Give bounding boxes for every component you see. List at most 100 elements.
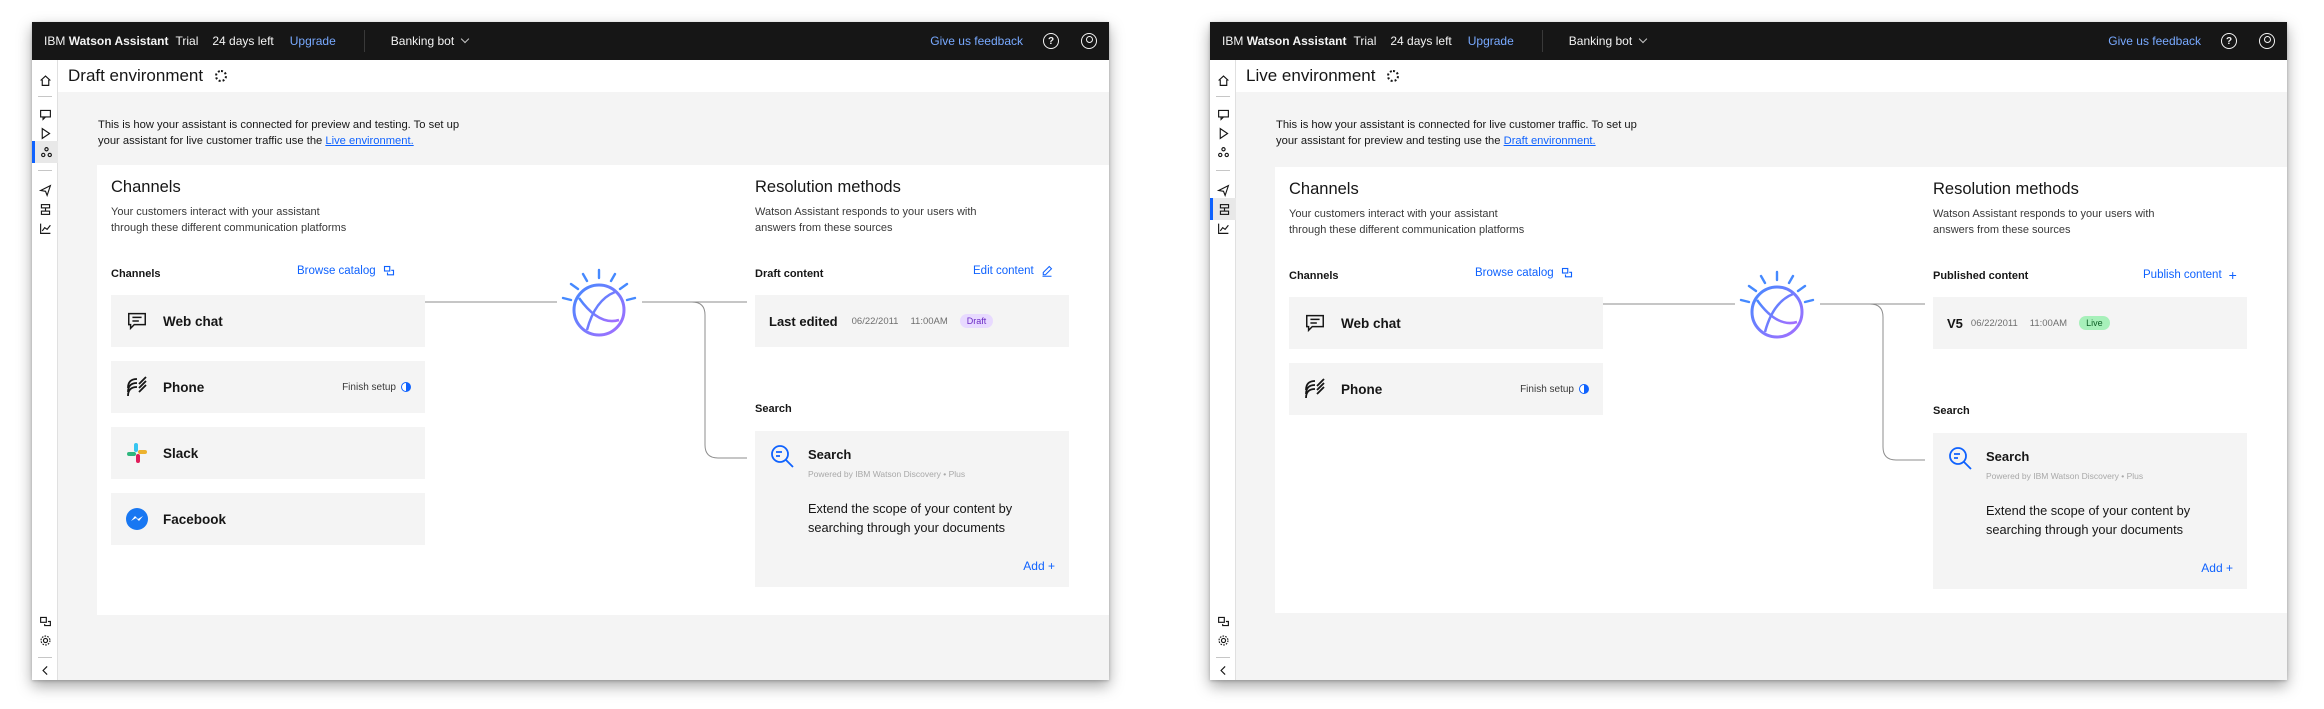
channel-slack[interactable]: Slack — [111, 427, 425, 479]
browse-catalog-label: Browse catalog — [1475, 267, 1554, 279]
feedback-link[interactable]: Give us feedback — [2108, 34, 2201, 48]
side-nav — [1210, 60, 1236, 680]
phone-icon — [125, 375, 149, 399]
publish-content-link[interactable]: Publish content + — [2143, 267, 2237, 283]
user-avatar-icon[interactable] — [1081, 33, 1097, 49]
product-name[interactable]: IBM Watson Assistant — [1210, 34, 1346, 48]
top-bar: IBM Watson Assistant Trial 24 days left … — [32, 22, 1109, 60]
channels-description: Your customers interact with your assist… — [1289, 208, 1525, 236]
help-icon[interactable]: ? — [2221, 33, 2237, 49]
search-powered-by: Powered by IBM Watson Discovery • Plus — [808, 469, 966, 479]
publish-content-label: Publish content — [2143, 269, 2222, 281]
browse-catalog-link[interactable]: Browse catalog — [1475, 267, 1573, 279]
chevron-left-icon[interactable] — [1210, 659, 1236, 680]
search-tile[interactable]: Search Powered by IBM Watson Discovery •… — [1933, 433, 2247, 589]
trial-label: Trial — [1353, 34, 1377, 48]
status-badge: Draft — [959, 314, 994, 328]
messenger-logo — [125, 507, 149, 531]
channel-phone[interactable]: Phone Finish setup — [1289, 363, 1603, 415]
search-description: Extend the scope of your content by sear… — [808, 501, 1013, 535]
chevron-down-icon — [460, 34, 470, 44]
add-icon: + — [2228, 267, 2237, 283]
edit-content-link[interactable]: Edit content — [973, 265, 1053, 277]
feedback-link[interactable]: Give us feedback — [930, 34, 1023, 48]
search-label: Search — [755, 403, 792, 415]
search-title: Search — [1986, 449, 2030, 464]
live-environment-window: IBM Watson Assistant Trial 24 days left … — [1210, 22, 2287, 680]
help-icon[interactable]: ? — [1043, 33, 1059, 49]
version-label: V5 — [1947, 315, 1963, 331]
intro-line-1: This is how your assistant is connected … — [98, 119, 460, 131]
catalog-icon — [383, 265, 394, 276]
assistant-switcher[interactable]: Banking bot — [390, 34, 470, 48]
channels-label: Channels — [1289, 270, 1339, 282]
channel-label: Slack — [163, 445, 199, 461]
edit-content-label: Edit content — [973, 265, 1034, 277]
upgrade-link[interactable]: Upgrade — [1468, 34, 1514, 48]
assistant-name: Banking bot — [1568, 34, 1633, 48]
finish-setup-status[interactable]: Finish setup — [342, 382, 411, 393]
environment-card: Channels Your customers interact with yo… — [1275, 167, 2287, 613]
browse-catalog-link[interactable]: Browse catalog — [297, 265, 395, 277]
content-version-tile[interactable]: V5 06/22/2011 11:00AM Live — [1933, 297, 2247, 349]
watson-logo — [1739, 270, 1815, 339]
live-environment-link[interactable]: Live environment. — [325, 135, 413, 147]
top-bar: IBM Watson Assistant Trial 24 days left … — [1210, 22, 2287, 60]
environments-icon[interactable] — [32, 141, 58, 163]
version-time: 11:00AM — [910, 315, 948, 327]
half-circle-icon — [401, 382, 411, 392]
channel-phone[interactable]: Phone Finish setup — [111, 361, 425, 413]
content-version-tile[interactable]: Last edited 06/22/2011 11:00AM Draft — [755, 295, 1069, 347]
topbar-divider — [1541, 30, 1543, 52]
nav-divider — [38, 170, 52, 171]
gear-icon[interactable] — [1387, 70, 1400, 82]
environment-card: Channels Your customers interact with yo… — [97, 165, 1109, 615]
content-label: Draft content — [755, 268, 824, 280]
page-title: Live environment — [1246, 66, 1376, 85]
version-date: 06/22/2011 — [1970, 317, 2018, 329]
slack-logo — [125, 441, 149, 465]
nav-divider — [1216, 96, 1230, 97]
nav-divider — [38, 96, 52, 97]
analytics-icon[interactable] — [32, 217, 58, 239]
finish-setup-label: Finish setup — [342, 381, 396, 393]
topbar-divider — [363, 30, 365, 52]
chevron-left-icon[interactable] — [32, 659, 58, 680]
intro-line-2: your assistant for live customer traffic… — [98, 135, 323, 147]
gear-icon[interactable] — [215, 70, 228, 82]
content-label: Published content — [1933, 270, 2029, 282]
upgrade-link[interactable]: Upgrade — [290, 34, 336, 48]
user-avatar-icon[interactable] — [2259, 33, 2275, 49]
nav-divider — [1216, 170, 1230, 171]
edit-icon — [1042, 265, 1052, 277]
assistant-switcher[interactable]: Banking bot — [1568, 34, 1648, 48]
channel-facebook[interactable]: Facebook — [111, 493, 425, 545]
settings-icon[interactable] — [1210, 629, 1236, 651]
channel-label: Web chat — [1341, 315, 1401, 331]
settings-icon[interactable] — [32, 629, 58, 651]
intro-text: This is how your assistant is connected … — [1276, 117, 1716, 149]
add-search-button[interactable]: Add + — [1023, 559, 1055, 573]
draft-environment-window: IBM Watson Assistant Trial 24 days left … — [32, 22, 1109, 680]
channel-label: Web chat — [163, 313, 223, 329]
finish-setup-status[interactable]: Finish setup — [1520, 384, 1589, 395]
assistant-name: Banking bot — [390, 34, 455, 48]
home-icon[interactable] — [32, 69, 58, 91]
page-header: Live environment — [1236, 60, 2287, 92]
search-discovery-icon — [1949, 447, 1972, 470]
draft-environment-link[interactable]: Draft environment. — [1504, 135, 1596, 147]
analytics-icon[interactable] — [1210, 217, 1236, 239]
search-discovery-icon — [771, 445, 794, 468]
chevron-down-icon — [1638, 34, 1648, 44]
channel-label: Facebook — [163, 511, 227, 527]
channel-web-chat[interactable]: Web chat — [1289, 297, 1603, 349]
home-icon[interactable] — [1210, 69, 1236, 91]
channel-label: Phone — [1341, 381, 1383, 397]
channel-web-chat[interactable]: Web chat — [111, 295, 425, 347]
watson-logo — [561, 268, 637, 337]
add-search-button[interactable]: Add + — [2201, 561, 2233, 575]
environments-icon[interactable] — [1210, 141, 1236, 163]
trial-label: Trial — [175, 34, 199, 48]
search-tile[interactable]: Search Powered by IBM Watson Discovery •… — [755, 431, 1069, 587]
product-name[interactable]: IBM Watson Assistant — [32, 34, 168, 48]
